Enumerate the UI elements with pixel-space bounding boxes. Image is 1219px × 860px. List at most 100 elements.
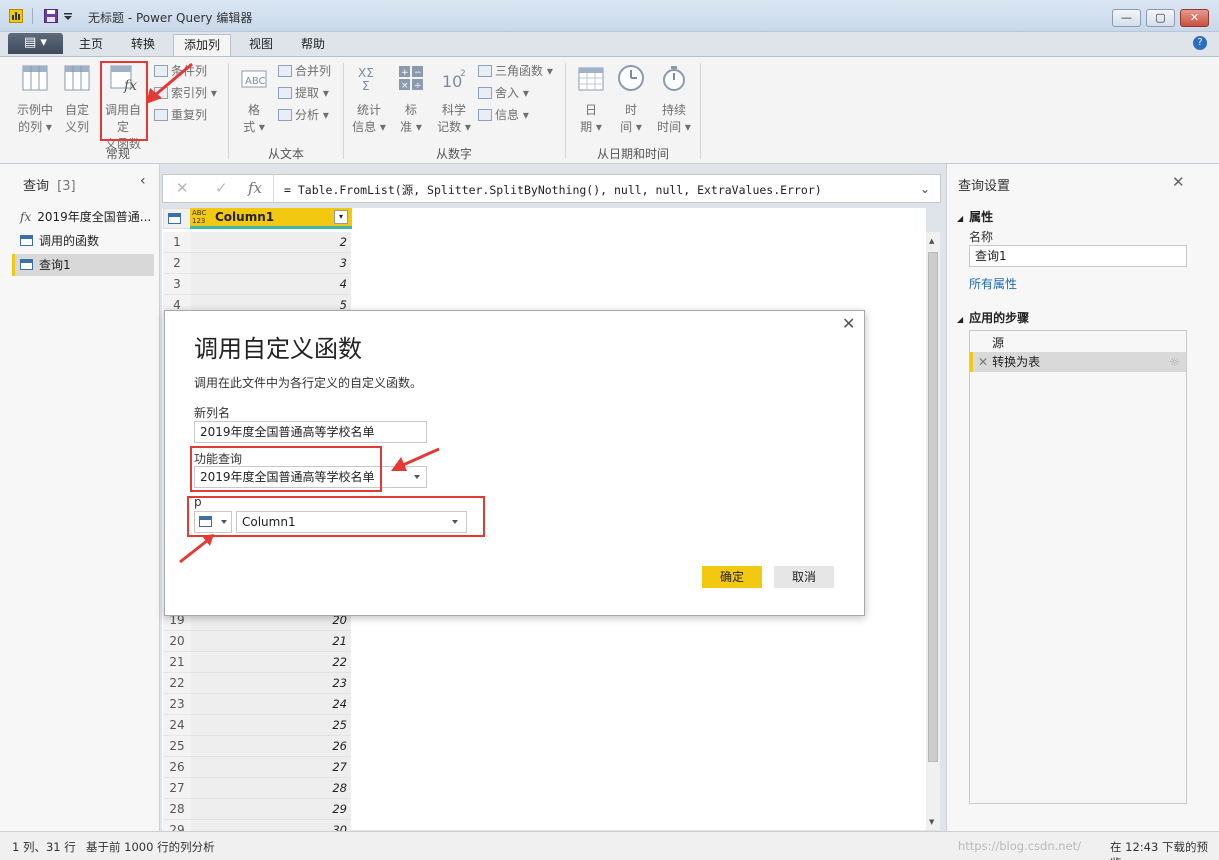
row-number[interactable]: 23 [163,694,191,715]
date-button[interactable]: 日 期 ▾ [574,63,608,136]
parse-label: 分析 ▾ [295,108,329,122]
applied-steps-header[interactable]: ◢ 应用的步骤 [957,309,1029,326]
merge-columns-button[interactable]: 合并列 [278,61,331,81]
row-number[interactable]: 24 [163,715,191,736]
tab-file[interactable]: ▤ ▾ [8,33,63,54]
step-settings-icon[interactable]: ☼ [1169,352,1180,372]
information-button[interactable]: 信息 ▾ [478,105,529,125]
maximize-button[interactable]: ▢ [1146,9,1175,27]
date-label-2: 期 ▾ [580,120,602,134]
calendar-icon [578,67,604,91]
duplicate-column-label: 重复列 [171,108,208,122]
row-number[interactable]: 20 [163,631,191,652]
tab-view[interactable]: 视图 [240,34,282,56]
duration-label-1: 持续 [661,103,686,117]
row-number[interactable]: 26 [163,757,191,778]
parse-icon [278,109,292,121]
table-cell[interactable]: 25 [191,715,351,736]
table-cell[interactable]: 21 [191,631,351,652]
row-number[interactable]: 28 [163,799,191,820]
function-query-highlight [190,446,382,492]
close-window-button[interactable]: ✕ [1180,9,1209,27]
help-icon[interactable]: ? [1193,36,1207,50]
properties-section-header[interactable]: ◢ 属性 [957,208,993,225]
table-cell[interactable]: 22 [191,652,351,673]
parse-button[interactable]: 分析 ▾ [278,105,329,125]
customize-toolbar-icon[interactable] [63,9,73,23]
column-profiling-status: 基于前 1000 行的列分析 [86,840,215,854]
extract-button[interactable]: 提取 ▾ [278,83,329,103]
rounding-button[interactable]: 舍入 ▾ [478,83,529,103]
format-button[interactable]: ABC 格 式 ▾ [236,63,272,136]
query-item-query1[interactable]: 查询1 [12,254,154,276]
tab-transform[interactable]: 转换 [122,34,164,56]
column-name: Column1 [215,210,275,224]
close-settings-icon[interactable]: ✕ [1172,173,1185,191]
tab-help[interactable]: 帮助 [292,34,334,56]
time-button[interactable]: 时 间 ▾ [614,63,648,136]
column-filter-button[interactable]: ▾ [334,210,348,224]
new-column-name-input[interactable]: 2019年度全国普通高等学校名单 [194,421,427,443]
annotation-arrow-parameter [179,534,214,564]
row-number[interactable]: 22 [163,673,191,694]
rounding-label: 舍入 ▾ [495,86,529,100]
dialog-description: 调用在此文件中为各行定义的自定义函数。 [194,376,423,390]
time-label-1: 时 [624,103,637,117]
formula-input[interactable]: = Table.FromList(源, Splitter.SplitByNoth… [284,182,822,198]
fx-icon[interactable]: fx [248,179,262,197]
row-number[interactable]: 27 [163,778,191,799]
trigonometry-button[interactable]: 三角函数 ▾ [478,61,553,81]
row-number[interactable]: 2 [163,253,191,274]
scroll-up-arrow[interactable]: ▲ [929,237,934,245]
vertical-scroll-thumb[interactable] [928,252,938,762]
queries-header: 查询 [3] [23,175,76,194]
table-menu-icon[interactable] [163,208,191,229]
cancel-formula-icon[interactable]: ✕ [176,179,189,197]
scroll-down-arrow[interactable]: ▼ [929,818,934,826]
scientific-button[interactable]: 10 2 科学 记数 ▾ [434,63,474,136]
statistics-icon: XΣ Σ [358,66,374,93]
query-item-function[interactable]: fx 2019年度全国普通... [12,206,154,228]
row-number[interactable]: 3 [163,274,191,295]
column-from-examples-button[interactable]: 示例中 的列 ▾ [12,63,58,136]
table-cell[interactable]: 24 [191,694,351,715]
delete-step-icon[interactable]: ✕ [978,355,988,369]
row-number[interactable]: 21 [163,652,191,673]
expand-formula-icon[interactable]: ⌄ [920,182,930,196]
dialog-close-icon[interactable]: ✕ [842,314,855,333]
statistics-button[interactable]: XΣ Σ 统计 信息 ▾ [350,63,388,136]
duration-button[interactable]: 持续 时间 ▾ [654,63,694,136]
custom-column-button[interactable]: 自定 义列 [60,63,94,136]
confirm-formula-icon[interactable]: ✓ [215,179,228,197]
collapse-pane-icon[interactable]: ‹ [140,173,146,189]
cancel-button[interactable]: 取消 [774,566,834,588]
save-icon[interactable] [44,9,58,23]
duration-label-2: 时间 ▾ [657,120,691,134]
queries-count: [3] [57,179,76,194]
column-header-column1[interactable]: ABC 123 Column1 ▾ [190,208,352,229]
step-converted-to-table[interactable]: ✕ 转换为表 ☼ [970,352,1186,372]
row-number[interactable]: 1 [163,232,191,253]
queries-header-label: 查询 [23,179,50,194]
minimize-button[interactable]: — [1112,9,1141,27]
query-name-input[interactable]: 查询1 [969,245,1187,267]
table-cell[interactable]: 2 [191,232,351,253]
table-cell[interactable]: 26 [191,736,351,757]
watermark-text: https://blog.csdn.net/ [958,839,1082,853]
table-cell[interactable]: 28 [191,778,351,799]
any-type-icon[interactable]: ABC 123 [192,209,210,225]
tab-add-column[interactable]: 添加列 [173,34,231,56]
query-item-invoked-function[interactable]: 调用的函数 [12,230,154,252]
table-cell[interactable]: 3 [191,253,351,274]
step-source[interactable]: 源 [992,333,1004,353]
tab-home[interactable]: 主页 [70,34,112,56]
standard-button[interactable]: + − × ÷ 标 准 ▾ [394,63,428,136]
table-cell[interactable]: 23 [191,673,351,694]
all-properties-link[interactable]: 所有属性 [969,275,1017,292]
row-number[interactable]: 25 [163,736,191,757]
ok-button[interactable]: 确定 [702,566,762,588]
table-cell[interactable]: 27 [191,757,351,778]
table-cell[interactable]: 29 [191,799,351,820]
parameter-highlight [187,496,485,537]
table-cell[interactable]: 4 [191,274,351,295]
